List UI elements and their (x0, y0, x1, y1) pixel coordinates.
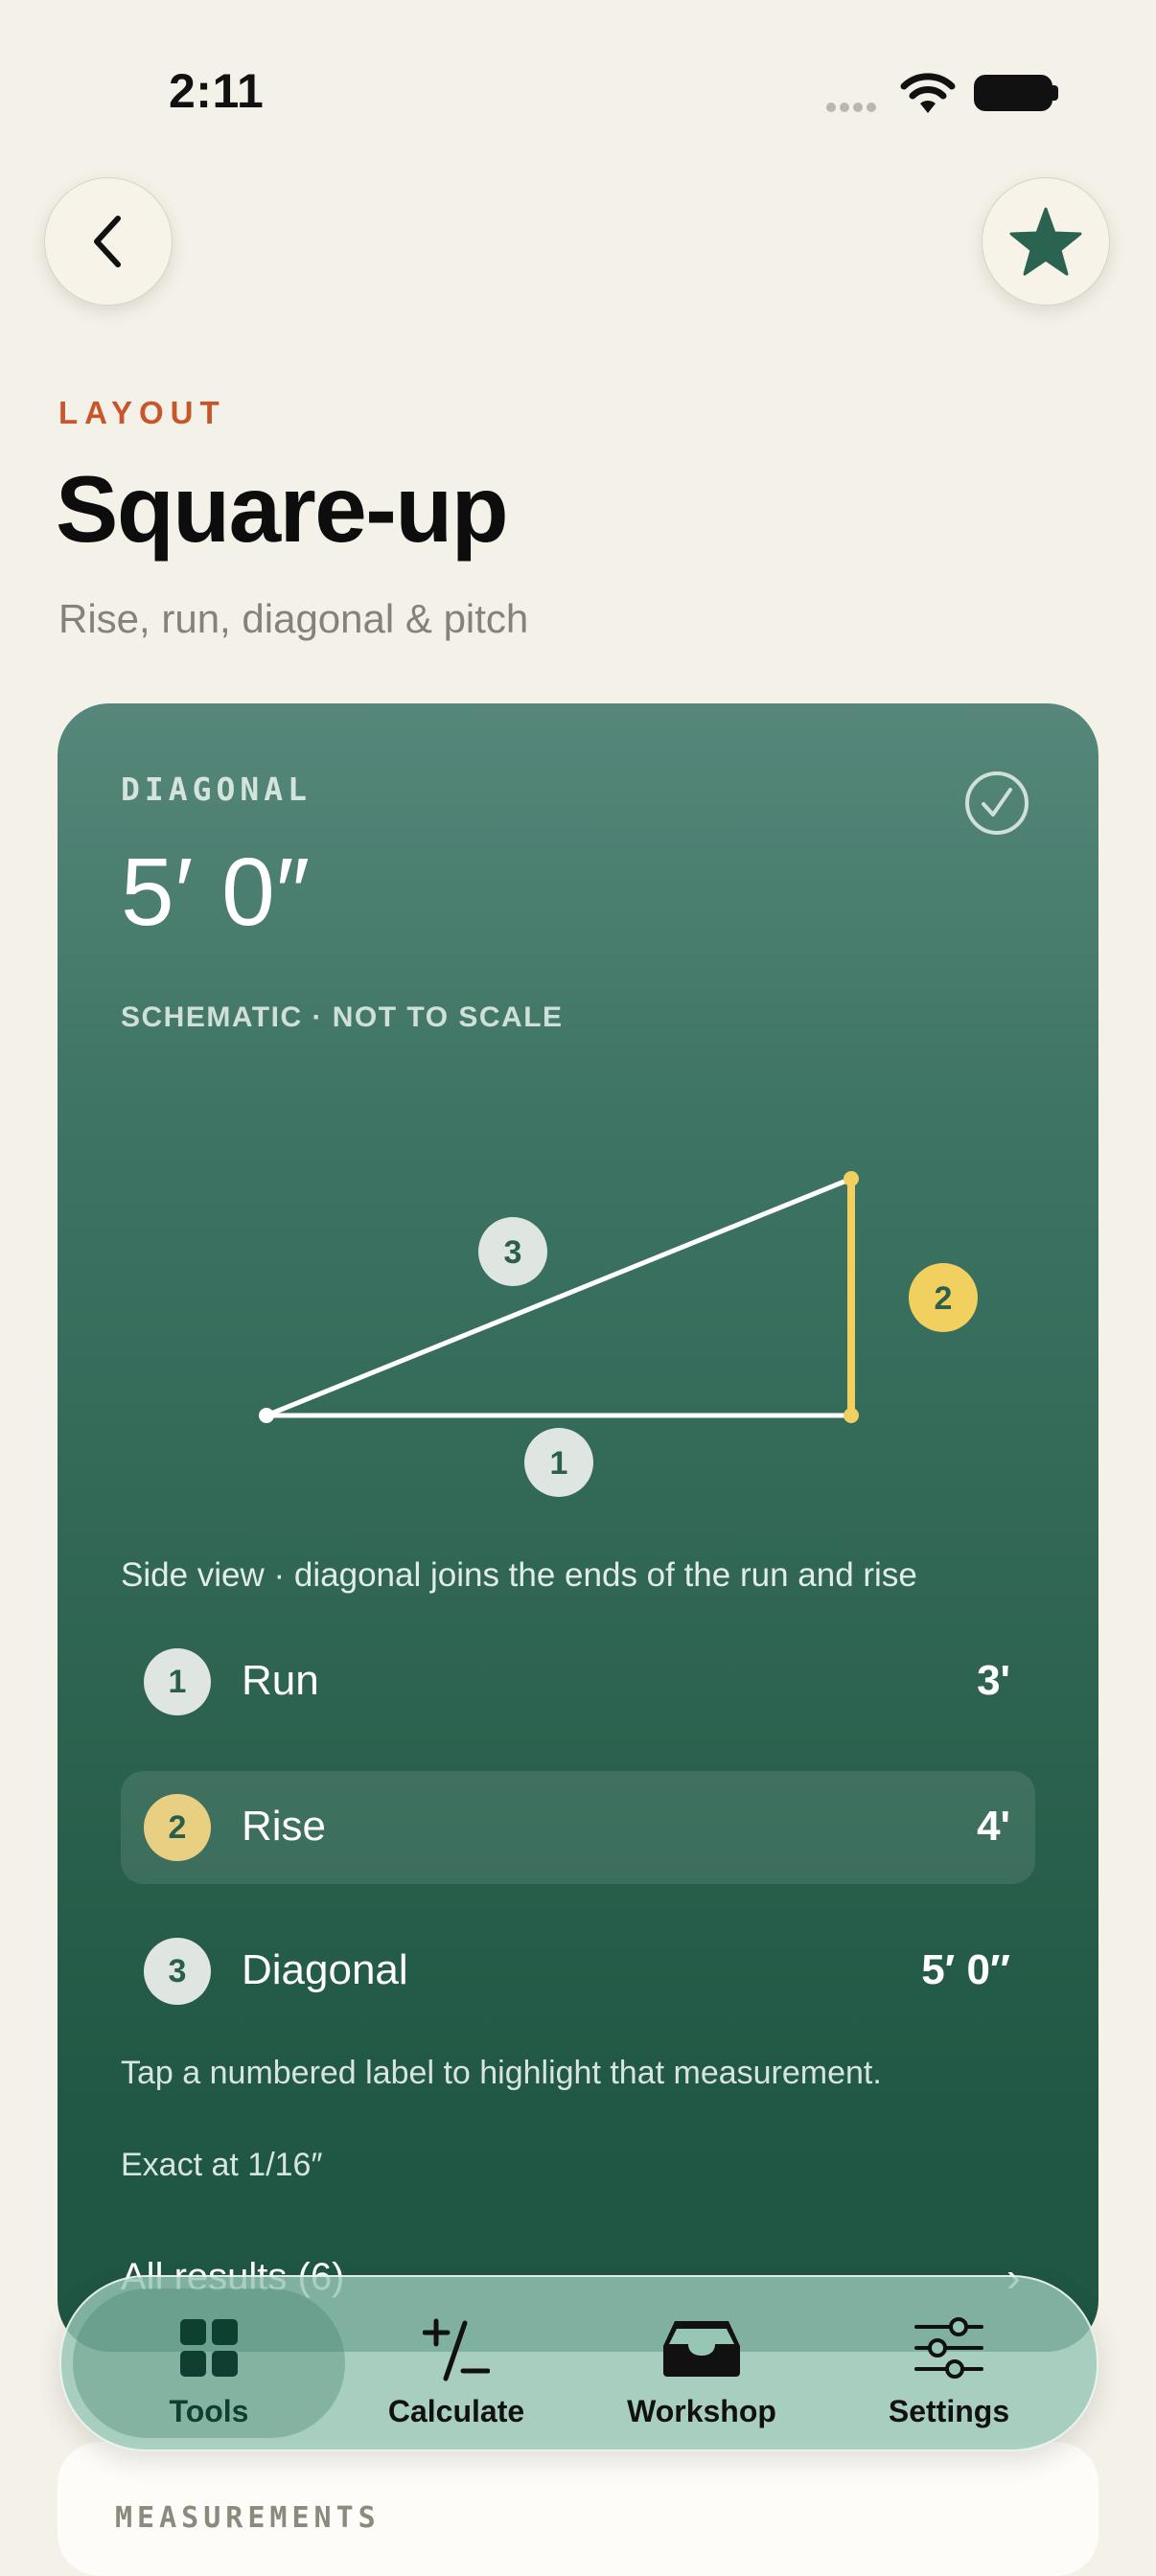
row-number-badge: 2 (144, 1794, 211, 1861)
page-title: Square-up (56, 456, 509, 562)
row-number-badge: 3 (144, 1938, 211, 2005)
svg-text:3: 3 (504, 1234, 522, 1271)
highlight-hint: Tap a numbered label to highlight that m… (121, 2055, 882, 2091)
back-button[interactable] (44, 177, 173, 306)
cellular-signal-icon (826, 100, 880, 117)
result-card: DIAGONAL 5′ 0″ SCHEMATIC · NOT TO SCALE … (58, 703, 1098, 2352)
tab-calculate[interactable]: Calculate (332, 2277, 581, 2450)
tab-bar: Tools Calculate Workshop Settings (59, 2275, 1098, 2451)
precision-note: Exact at 1/16″ (121, 2147, 323, 2183)
diagram-diagonal-line (266, 1176, 852, 1418)
diagram-caption: Side view · diagonal joins the ends of t… (121, 1556, 917, 1594)
measurement-row-run[interactable]: 1 Run 3' (121, 1625, 1035, 1738)
diagram-point (844, 1171, 859, 1186)
row-value: 3' (977, 1657, 1010, 1704)
row-value: 5′ 0″ (921, 1946, 1010, 1993)
plus-minus-icon (332, 2317, 581, 2384)
tab-label: Settings (888, 2394, 1010, 2428)
row-label: Diagonal (242, 1946, 408, 1993)
grid-icon (84, 2317, 334, 2379)
tab-tools[interactable]: Tools (84, 2277, 334, 2450)
diagram-badge-diagonal[interactable]: 3 (478, 1217, 547, 1286)
row-label: Rise (242, 1803, 327, 1850)
tab-workshop[interactable]: Workshop (577, 2277, 826, 2450)
row-label: Run (242, 1657, 319, 1704)
star-icon (1009, 207, 1082, 276)
diagram-badge-run[interactable]: 1 (524, 1428, 593, 1497)
section-eyebrow: LAYOUT (58, 395, 226, 430)
measurements-label: MEASUREMENTS (115, 2501, 381, 2535)
tab-label: Tools (169, 2394, 249, 2428)
row-value: 4' (977, 1803, 1010, 1850)
sliders-icon (824, 2317, 1074, 2379)
chevron-left-icon (94, 216, 121, 267)
measurements-card: MEASUREMENTS (58, 2442, 1098, 2576)
svg-text:1: 1 (550, 1445, 568, 1482)
wifi-icon (899, 71, 957, 120)
tab-label: Calculate (387, 2394, 525, 2428)
tab-label: Workshop (627, 2394, 776, 2428)
diagram-badge-rise[interactable]: 2 (909, 1263, 978, 1332)
battery-icon (974, 75, 1052, 111)
diagram-point (259, 1408, 274, 1423)
svg-text:2: 2 (935, 1280, 953, 1317)
favorite-button[interactable] (982, 177, 1110, 306)
row-number-badge: 1 (144, 1648, 211, 1715)
status-time: 2:11 (169, 64, 265, 118)
tray-icon (577, 2317, 826, 2379)
tab-settings[interactable]: Settings (824, 2277, 1074, 2450)
measurement-row-rise[interactable]: 2 Rise 4' (121, 1771, 1035, 1884)
triangle-diagram: 3 2 1 (259, 1171, 978, 1497)
diagram-point (844, 1408, 859, 1423)
battery-cap (1052, 85, 1058, 101)
measurement-row-diagonal[interactable]: 3 Diagonal 5′ 0″ (121, 1915, 1035, 2028)
page-subtitle: Rise, run, diagonal & pitch (58, 596, 529, 641)
